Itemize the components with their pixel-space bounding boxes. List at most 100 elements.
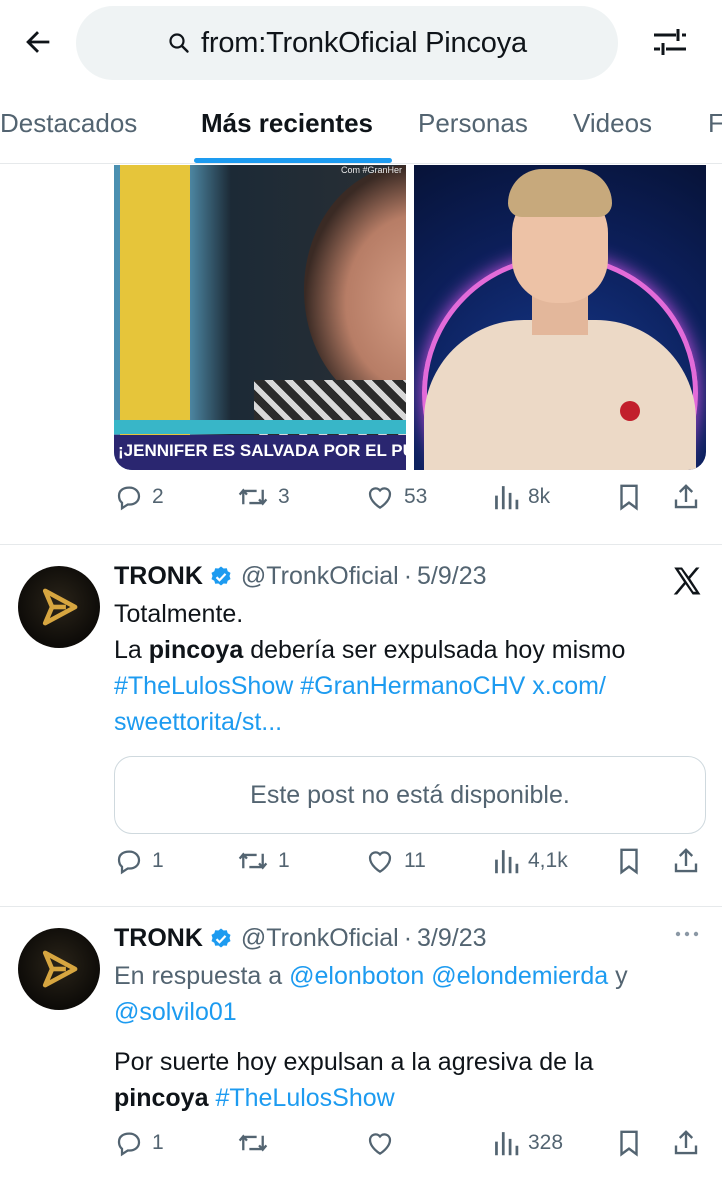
media-image-tv-screenshot[interactable]: Com #GranHer ¡JENNIFER ES SALVADA POR EL… [114,165,406,470]
mention-link[interactable]: @solvilo01 [114,998,237,1026]
search-filter-button[interactable] [648,22,692,62]
views-icon [495,486,519,510]
share-icon [674,484,698,509]
post-tronk-2[interactable]: TRONK @TronkOficial · 3/9/23 En respuest… [0,924,722,1124]
share-icon [674,1130,698,1155]
reply-button[interactable]: 2 [114,482,164,512]
verified-badge-icon [209,565,233,589]
reply-button[interactable]: 1 [114,846,164,876]
arrow-left-icon [26,31,50,53]
bookmark-button[interactable] [616,482,642,512]
image-shirt [424,320,696,470]
share-button[interactable] [672,846,700,876]
views-count: 328 [528,1131,564,1154]
search-icon [169,33,189,53]
text-segment: La [114,636,149,664]
active-tab-indicator [194,158,392,163]
share-button[interactable] [672,482,700,512]
views-count: 8k [528,485,551,508]
avatar[interactable] [18,566,100,648]
author-name[interactable]: TRONK [114,924,203,953]
views-button[interactable]: 4,1k [492,846,568,876]
views-icon [495,850,519,874]
repost-button[interactable]: 1 [236,846,290,876]
views-button[interactable]: 8k [492,482,550,512]
repost-icon [238,1134,268,1152]
search-input[interactable]: from:TronkOficial Pincoya [76,6,618,80]
like-count: 11 [404,849,426,872]
post-text-line: Totalmente. [114,600,244,628]
post-divider [0,544,722,545]
reply-icon [117,850,141,875]
post-text-line: Por suerte hoy expulsan a la agresiva de… [114,1048,594,1076]
author-handle[interactable]: @TronkOficial [241,924,399,953]
reply-count: 1 [152,849,164,872]
avatar[interactable] [18,928,100,1010]
post-date[interactable]: 5/9/23 [417,562,487,591]
post-text-line: pincoya #TheLulosShow [114,1080,704,1116]
reply-button[interactable]: 1 [114,1128,164,1158]
bookmark-icon [620,1130,638,1157]
sliders-icon [654,29,686,55]
reply-count: 2 [152,485,164,508]
post-divider [0,906,722,907]
post-text-line: sweettorita/st... [114,704,704,740]
more-options-button[interactable] [672,924,702,950]
bookmark-icon [620,484,638,511]
views-button[interactable]: 328 [492,1128,563,1158]
image-banner-text: ¡JENNIFER ES SALVADA POR EL PÚ [114,435,406,470]
image-person [304,165,406,415]
url-link[interactable]: sweettorita/st... [114,708,282,736]
hashtag-link[interactable]: #GranHermanoCHV [300,672,525,700]
post-text-line: #TheLulosShow #GranHermanoCHV x.com/ [114,668,704,704]
reply-context-line: En respuesta a @elonboton @elondemierda … [114,958,704,994]
url-link[interactable]: x.com/ [532,672,606,700]
post-media[interactable]: Com #GranHer ¡JENNIFER ES SALVADA POR EL… [114,165,706,470]
x-logo-icon [673,567,701,595]
highlighted-term: pincoya [148,636,244,664]
hashtag-link[interactable]: #TheLulosShow [215,1084,394,1112]
image-watermark: Com #GranHer [340,165,402,175]
share-icon [674,848,698,873]
views-count: 4,1k [528,849,568,872]
unavailable-quote-card[interactable]: Este post no está disponible. [114,756,706,834]
repost-button[interactable] [236,1128,278,1158]
post-header: TRONK @TronkOficial · 3/9/23 [114,924,487,953]
repost-button[interactable]: 3 [236,482,290,512]
media-image-portrait[interactable] [414,165,706,470]
author-name[interactable]: TRONK [114,562,203,591]
tab-videos[interactable]: Videos [573,108,652,139]
top-bar: from:TronkOficial Pincoya [0,0,722,88]
back-button[interactable] [18,22,58,62]
like-button[interactable]: 53 [364,482,427,512]
tab-destacados[interactable]: Destacados [0,108,137,139]
image-background [120,165,190,435]
repost-count: 1 [278,849,290,872]
post-action-bar: 1 328 [114,1128,706,1168]
mention-link[interactable]: @elondemierda [431,962,608,990]
image-hair [508,169,612,217]
post-date[interactable]: 3/9/23 [417,924,487,953]
share-button[interactable] [672,1128,700,1158]
heart-icon [368,1133,392,1155]
text-segment: debería ser expulsada hoy mismo [243,636,626,664]
like-button[interactable] [364,1128,404,1158]
search-tabs: Destacados Más recientes Personas Videos… [0,96,722,164]
reply-icon [117,1132,141,1157]
author-handle[interactable]: @TronkOficial [241,562,399,591]
bookmark-button[interactable] [616,846,642,876]
post-action-bar: 1 1 11 4,1k [114,846,706,886]
header-separator: · [403,562,413,590]
bookmark-icon [620,848,638,875]
tab-mas-recientes[interactable]: Más recientes [201,108,373,139]
verified-badge-icon [209,927,233,951]
hashtag-link[interactable]: #TheLulosShow [114,672,293,700]
mention-link[interactable]: @elonboton [289,962,424,990]
tab-more[interactable]: F [708,108,722,139]
repost-icon [238,852,268,870]
tronk-logo-icon [42,950,78,988]
tab-personas[interactable]: Personas [418,108,528,139]
like-button[interactable]: 11 [364,846,426,876]
bookmark-button[interactable] [616,1128,642,1158]
search-query: from:TronkOficial Pincoya [201,26,527,59]
